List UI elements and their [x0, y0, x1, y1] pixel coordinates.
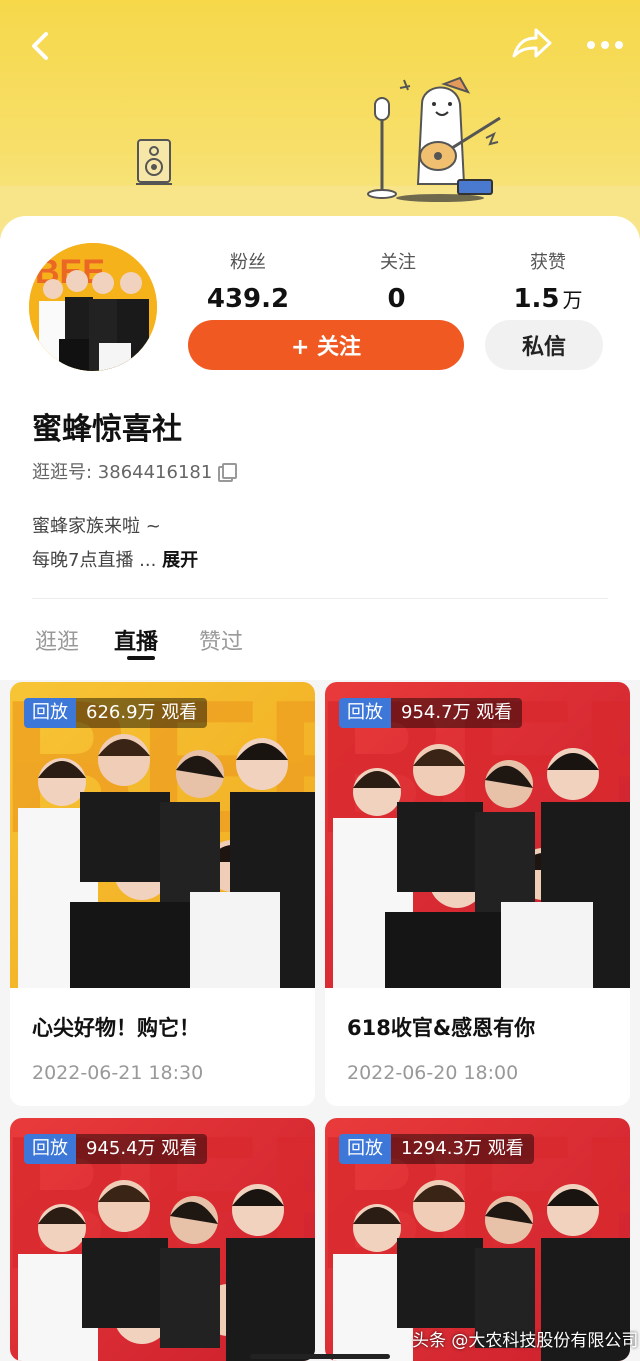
profile-id-text: 逛逛号: 3864416181	[32, 462, 213, 483]
avatar-image: BEE	[29, 243, 157, 371]
stat-likes[interactable]: 获赞 1.5 万	[500, 248, 596, 314]
replay-tag: 回放	[24, 1134, 76, 1164]
stat-value: 0	[350, 284, 446, 314]
video-card[interactable]: BEE 回放 945.4万 观看	[10, 1118, 315, 1361]
stat-number: 439.2	[206, 284, 290, 314]
tab-indicator	[127, 656, 155, 660]
speaker-illustration	[136, 139, 172, 185]
watermark: 头条 @大农科技股份有限公司	[412, 1331, 639, 1351]
video-date: 2022-06-21 18:30	[32, 1062, 204, 1084]
stat-number: 0	[387, 284, 406, 314]
stat-label: 获赞	[530, 252, 566, 273]
profile-banner	[0, 0, 640, 250]
mascot-illustration	[367, 76, 501, 202]
follow-button[interactable]: + 关注	[188, 320, 464, 370]
view-count: 626.9万 观看	[76, 698, 208, 728]
share-icon[interactable]	[510, 24, 554, 64]
video-grid: BEE 回放 626.9万 观看 心尖好物！购它！ 2022-06-21 18:…	[0, 680, 640, 1361]
stat-following[interactable]: 关注 0	[350, 248, 446, 314]
profile-name: 蜜蜂惊喜社	[32, 412, 182, 447]
replay-tag: 回放	[24, 698, 76, 728]
chevron-left-icon[interactable]	[22, 26, 62, 66]
video-title: 心尖好物！购它！	[32, 1016, 200, 1040]
tab-live[interactable]: 直播	[114, 624, 158, 656]
stat-label: 关注	[380, 252, 416, 273]
replay-badge: 回放 626.9万 观看	[24, 698, 208, 728]
video-card[interactable]: BEE 回放 626.9万 观看 心尖好物！购它！ 2022-06-21 18:…	[10, 682, 315, 1106]
stat-label: 粉丝	[230, 252, 266, 273]
copy-icon[interactable]	[218, 463, 238, 482]
replay-badge: 回放 1294.3万 观看	[339, 1134, 534, 1164]
replay-tag: 回放	[339, 698, 391, 728]
view-count: 945.4万 观看	[76, 1134, 208, 1164]
divider	[32, 598, 608, 599]
video-title: 618收官&感恩有你	[347, 1016, 536, 1040]
profile-id: 逛逛号: 3864416181	[32, 458, 238, 484]
expand-link[interactable]: 展开	[162, 550, 198, 571]
stat-number: 1.5	[513, 284, 560, 314]
tab-browse[interactable]: 逛逛	[35, 624, 79, 656]
bio-text: 每晚7点直播 ...	[32, 550, 157, 571]
tab-liked[interactable]: 赞过	[199, 624, 243, 656]
message-button[interactable]: 私信	[485, 320, 603, 370]
replay-tag: 回放	[339, 1134, 391, 1164]
video-card[interactable]: BEE 回放 1294.3万 观看	[325, 1118, 630, 1361]
stat-unit: 万	[562, 288, 583, 312]
home-indicator[interactable]	[250, 1354, 390, 1359]
bio-line: 蜜蜂家族来啦 ~	[32, 516, 161, 537]
stat-value: 1.5 万	[500, 284, 596, 314]
more-dots-icon[interactable]	[584, 30, 626, 60]
replay-badge: 回放 945.4万 观看	[24, 1134, 208, 1164]
bio-line: 每晚7点直播 ... 展开	[32, 546, 198, 572]
view-count: 1294.3万 观看	[391, 1134, 534, 1164]
video-date: 2022-06-20 18:00	[347, 1062, 519, 1084]
avatar[interactable]: BEE	[26, 240, 160, 374]
replay-badge: 回放 954.7万 观看	[339, 698, 523, 728]
video-card[interactable]: BEE 回放 954.7万 观看 618收官&感恩有你 2022-06-20 1…	[325, 682, 630, 1106]
view-count: 954.7万 观看	[391, 698, 523, 728]
